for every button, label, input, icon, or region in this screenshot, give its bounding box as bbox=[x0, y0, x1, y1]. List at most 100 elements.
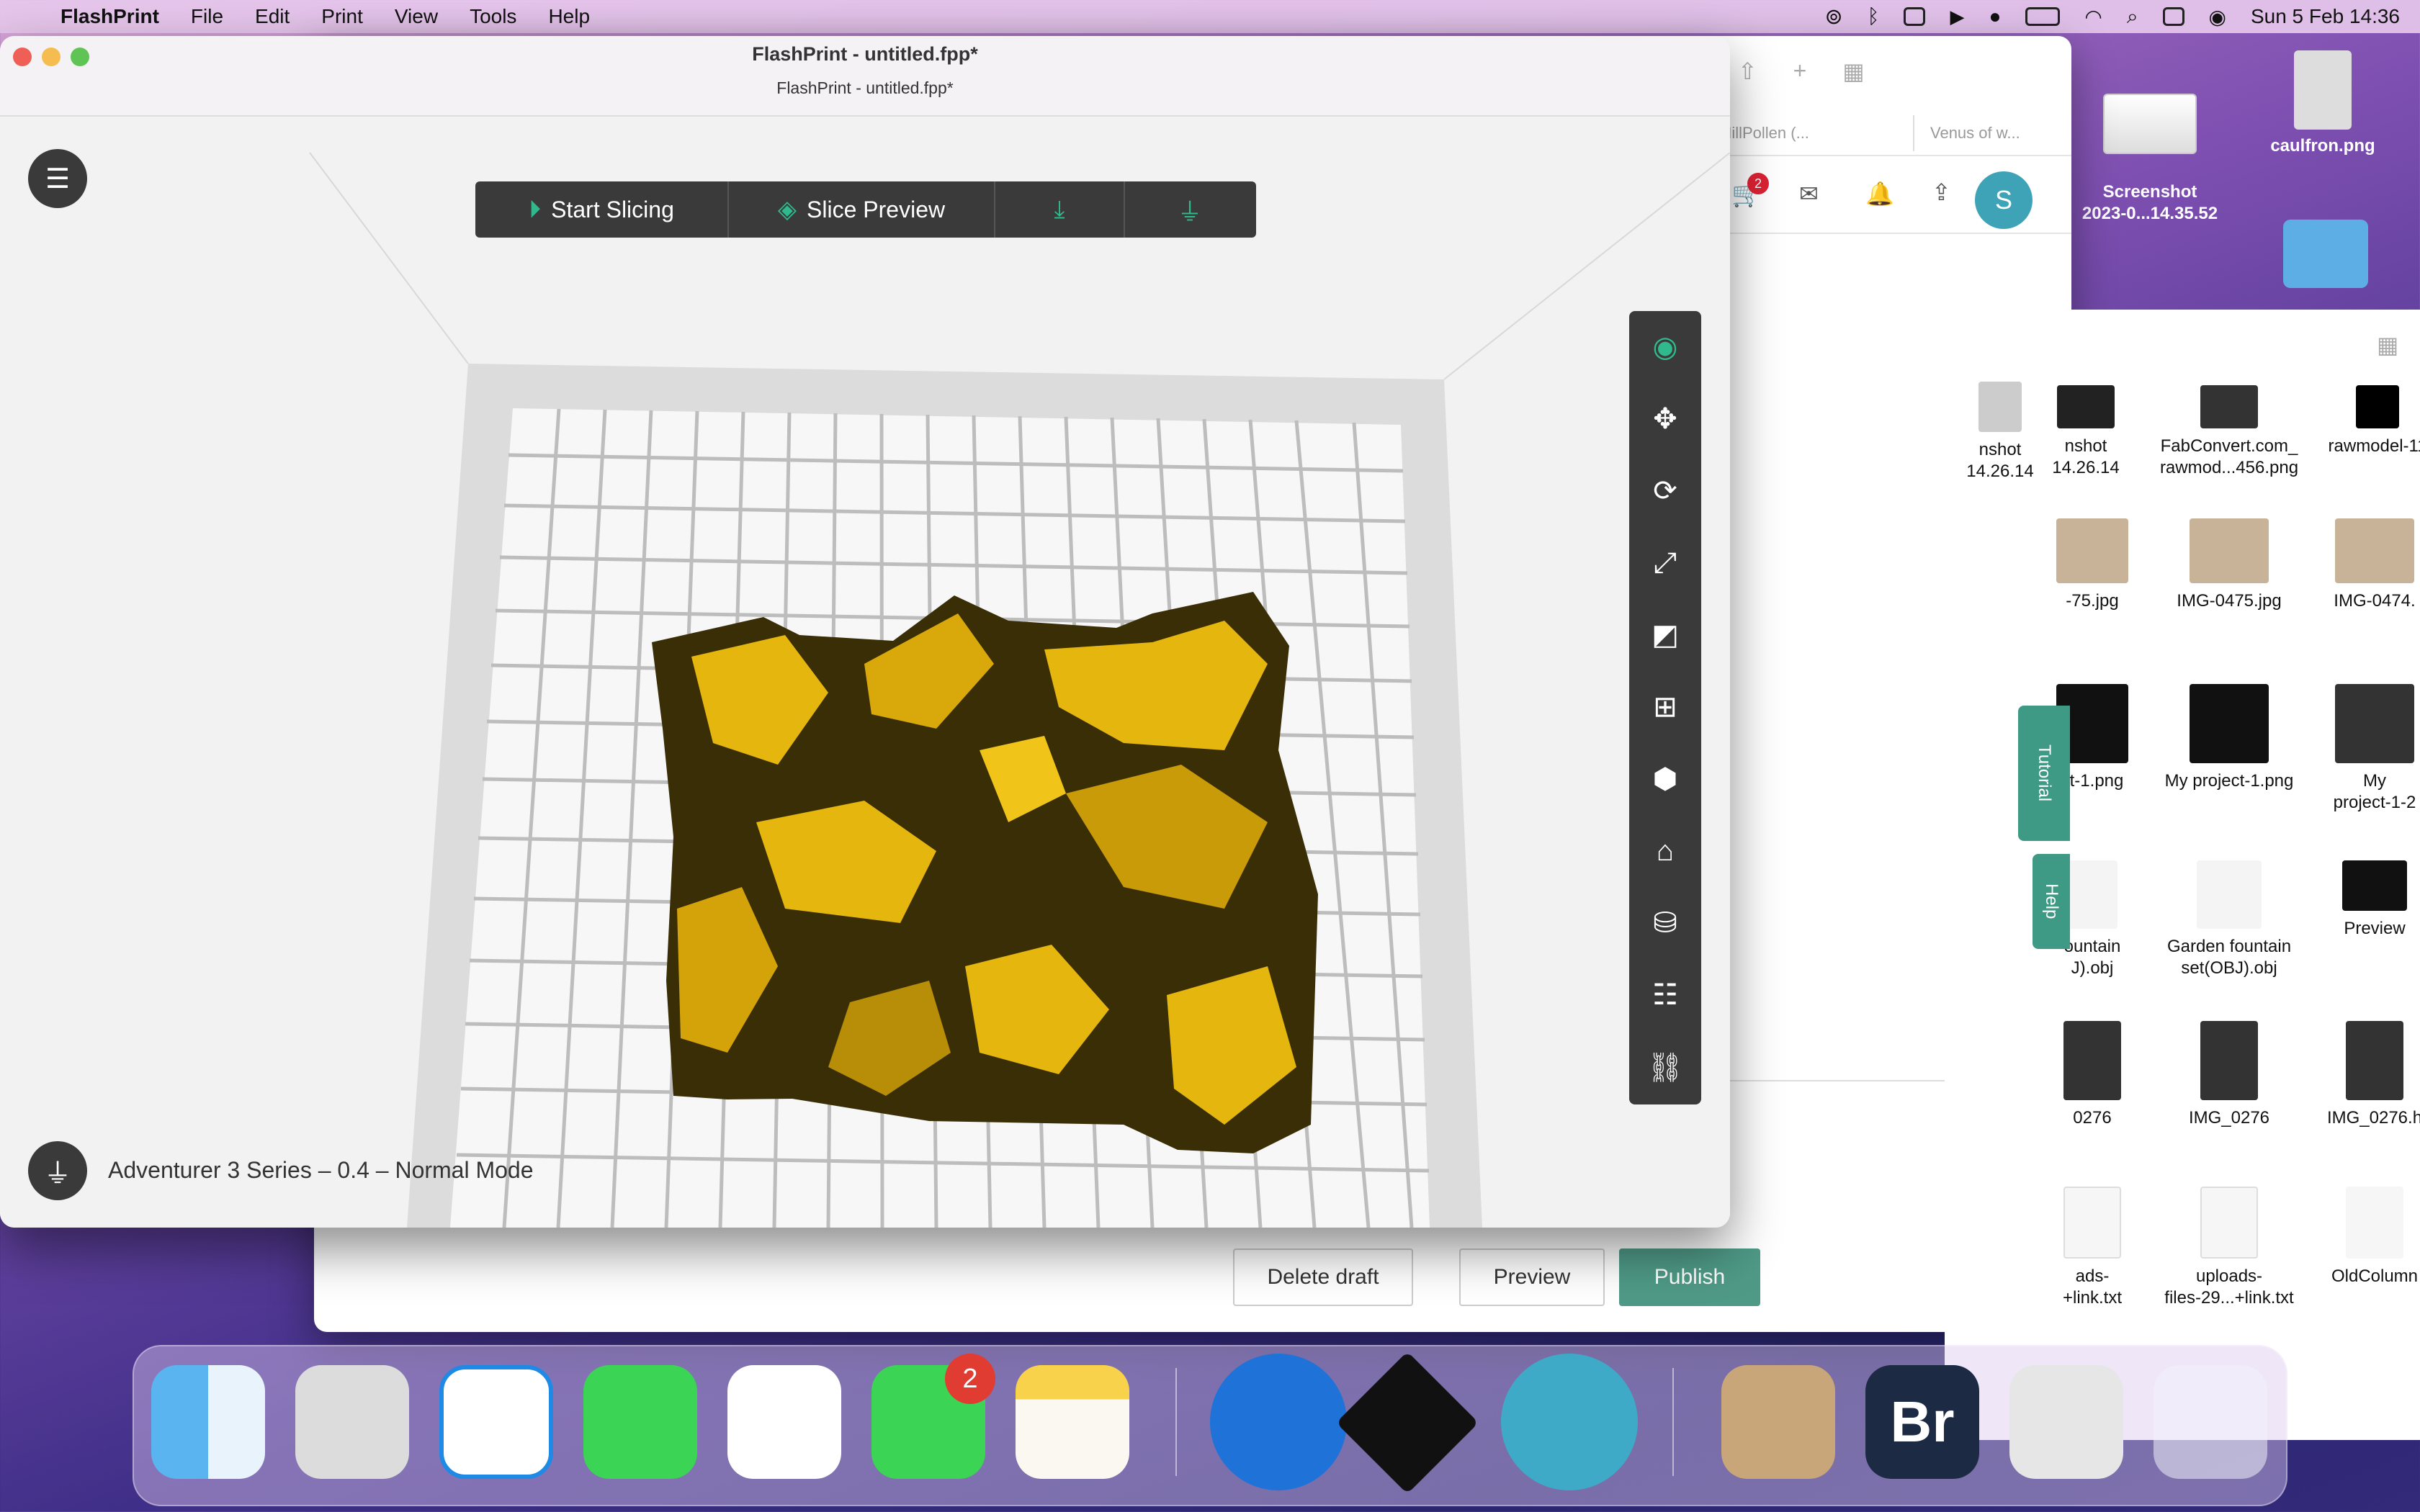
item-label: IMG_0276 bbox=[2188, 1108, 2270, 1128]
screen-mirror-icon[interactable] bbox=[1904, 7, 1926, 26]
avatar[interactable]: S bbox=[1975, 171, 2033, 229]
move-button[interactable]: ✥ bbox=[1629, 383, 1701, 455]
item-label: rawmodel-11 bbox=[2328, 436, 2420, 456]
mail-icon[interactable]: ✉ bbox=[1799, 180, 1819, 207]
desktop-icon-screenshot[interactable]: Screenshot 2023-0...14.35.52 bbox=[2078, 65, 2222, 225]
finder-item[interactable]: -75.jpg bbox=[2017, 518, 2168, 612]
dock-bridge[interactable]: Br bbox=[1865, 1365, 1979, 1479]
dock-notes[interactable] bbox=[1016, 1365, 1129, 1479]
finder-item[interactable]: OldColumn bbox=[2299, 1187, 2420, 1287]
settings-button[interactable]: ☷ bbox=[1629, 959, 1701, 1031]
finder-item[interactable]: ads- +link.txt bbox=[2017, 1187, 2168, 1309]
document-icon: ☰ bbox=[45, 163, 71, 194]
menu-file[interactable]: File bbox=[191, 5, 223, 28]
dock-creality[interactable] bbox=[1210, 1354, 1347, 1490]
tab-1[interactable]: MillPollen (... bbox=[1718, 115, 1899, 151]
delete-draft-button[interactable]: Delete draft bbox=[1233, 1248, 1413, 1306]
finder-item[interactable]: Preview bbox=[2299, 860, 2420, 940]
hollow-button[interactable]: ⛁ bbox=[1629, 887, 1701, 959]
window-subtitle: FlashPrint - untitled.fpp* bbox=[776, 78, 954, 97]
finder-item[interactable]: nshot 14.26.14 bbox=[2014, 385, 2158, 479]
menu-app-name[interactable]: FlashPrint bbox=[60, 5, 159, 28]
bluetooth-icon[interactable]: ᛒ bbox=[1868, 5, 1880, 28]
siri-icon[interactable]: ◉ bbox=[2209, 5, 2226, 29]
battery-icon[interactable] bbox=[2025, 7, 2061, 26]
finder-item[interactable]: FabConvert.com_ rawmod...456.png bbox=[2154, 385, 2305, 479]
preview-label: Preview bbox=[1493, 1265, 1571, 1289]
dock-launchpad[interactable] bbox=[295, 1365, 409, 1479]
play-icon[interactable]: ▶ bbox=[1950, 6, 1964, 28]
dock-messages[interactable] bbox=[583, 1365, 697, 1479]
file-menu-button[interactable]: ☰ bbox=[28, 149, 87, 208]
thumbnail bbox=[2063, 1021, 2121, 1100]
build-plate[interactable] bbox=[0, 117, 1730, 1228]
bell-icon[interactable]: 🔔 bbox=[1865, 180, 1894, 207]
thumbnail bbox=[2197, 860, 2262, 929]
thumbnail bbox=[2335, 684, 2414, 763]
share-icon[interactable]: ⇧ bbox=[1738, 58, 1757, 94]
item-label: IMG-0474. bbox=[2334, 591, 2416, 611]
connect-printer-button[interactable]: ⏚ bbox=[1125, 181, 1255, 238]
menu-tools[interactable]: Tools bbox=[470, 5, 516, 28]
wifi-icon[interactable]: ◠ bbox=[2084, 5, 2102, 29]
cut-button[interactable]: ◩ bbox=[1629, 599, 1701, 671]
start-slicing-button[interactable]: ⏵ Start Slicing bbox=[475, 181, 729, 238]
desktop-icon-caulfron[interactable]: caulfron.png bbox=[2251, 50, 2395, 157]
finder-item[interactable]: IMG_0276.h bbox=[2299, 1021, 2420, 1129]
link-button[interactable]: ⛓ bbox=[1629, 1031, 1701, 1103]
menu-view[interactable]: View bbox=[395, 5, 438, 28]
start-slicing-label: Start Slicing bbox=[551, 196, 674, 222]
finder-item[interactable]: rawmodel-11 bbox=[2302, 385, 2420, 457]
dock-photos[interactable] bbox=[727, 1365, 841, 1479]
dock-trash[interactable] bbox=[2154, 1365, 2267, 1479]
finder-item[interactable]: IMG-0475.jpg bbox=[2154, 518, 2305, 612]
export-button[interactable]: ⤓ bbox=[995, 181, 1125, 238]
dock-silhouette-studio[interactable] bbox=[2009, 1365, 2123, 1479]
lay-flat-button[interactable]: ⌂ bbox=[1629, 815, 1701, 887]
close-button[interactable] bbox=[13, 48, 32, 66]
view-button[interactable]: ◉ bbox=[1629, 311, 1701, 383]
zoom-button[interactable] bbox=[71, 48, 89, 66]
minimize-button[interactable] bbox=[42, 48, 60, 66]
cube-icon: ⬢ bbox=[1652, 763, 1678, 795]
dock-finder[interactable] bbox=[151, 1365, 265, 1479]
dock-preview-file[interactable] bbox=[1721, 1365, 1835, 1479]
finder-item[interactable]: My project-1-2 bbox=[2299, 684, 2420, 814]
tutorial-tab[interactable]: Tutorial bbox=[2018, 706, 2070, 841]
new-tab-icon[interactable]: + bbox=[1793, 58, 1807, 94]
finder-item[interactable]: My project-1.png bbox=[2154, 684, 2305, 792]
folder-icon[interactable] bbox=[2283, 220, 2368, 288]
menu-print[interactable]: Print bbox=[321, 5, 363, 28]
control-center-icon[interactable] bbox=[2162, 7, 2184, 26]
thumbnail bbox=[2190, 518, 2269, 583]
printer-settings-button[interactable]: ⏚ bbox=[28, 1141, 87, 1200]
item-label: Preview bbox=[2344, 919, 2406, 938]
3d-viewport[interactable]: ⏵ Start Slicing ◈ Slice Preview ⤓ ⏚ ☰ ◉ … bbox=[0, 117, 1730, 1228]
supports-button[interactable]: ⬢ bbox=[1629, 743, 1701, 815]
tab-overview-icon[interactable]: ▦ bbox=[1842, 58, 1864, 94]
preview-button[interactable]: Preview bbox=[1459, 1248, 1605, 1306]
clock[interactable]: Sun 5 Feb 14:36 bbox=[2251, 5, 2400, 28]
menu-help[interactable]: Help bbox=[548, 5, 590, 28]
spotlight-icon[interactable]: ⌕ bbox=[2127, 5, 2138, 29]
scale-button[interactable]: ⤢ bbox=[1629, 527, 1701, 599]
dock-silhouette[interactable] bbox=[1501, 1354, 1638, 1490]
finder-item[interactable]: Garden fountain set(OBJ).obj bbox=[2154, 860, 2305, 979]
upload-icon[interactable]: ⇪ bbox=[1932, 179, 1951, 206]
user-icon[interactable]: ● bbox=[1989, 5, 2001, 28]
finder-item[interactable]: uploads- files-29...+link.txt bbox=[2154, 1187, 2305, 1309]
publish-button[interactable]: Publish bbox=[1619, 1248, 1760, 1306]
tab-2[interactable]: Venus of w... bbox=[1913, 115, 2071, 151]
rotate-button[interactable]: ⟳ bbox=[1629, 455, 1701, 527]
help-tab[interactable]: Help bbox=[2033, 854, 2070, 949]
creative-cloud-icon[interactable]: ⊚ bbox=[1825, 4, 1843, 30]
finder-item[interactable]: 0276 bbox=[2017, 1021, 2168, 1129]
menu-edit[interactable]: Edit bbox=[255, 5, 290, 28]
dock-safari[interactable] bbox=[439, 1365, 553, 1479]
finder-item[interactable]: IMG_0276 bbox=[2154, 1021, 2305, 1129]
view-toggle-icon[interactable]: ▦ bbox=[2377, 331, 2398, 359]
add-button[interactable]: ⊞ bbox=[1629, 671, 1701, 743]
slice-preview-button[interactable]: ◈ Slice Preview bbox=[729, 181, 995, 238]
finder-item[interactable]: IMG-0474. bbox=[2299, 518, 2420, 612]
item-label: OldColumn bbox=[2331, 1266, 2419, 1286]
